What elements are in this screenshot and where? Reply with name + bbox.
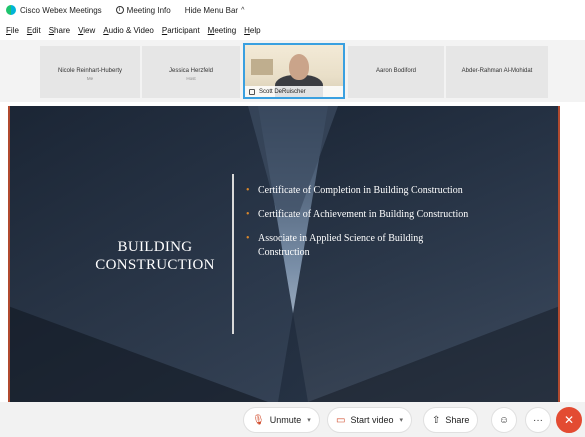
- slide-bullet: • Certificate of Completion in Building …: [246, 184, 476, 198]
- active-speaker-label: Scott DeRuischer: [245, 86, 343, 97]
- slide-bullet: • Associate in Applied Science of Buildi…: [246, 232, 476, 260]
- meeting-info-label: Meeting Info: [126, 5, 171, 15]
- bullet-text: Certificate of Completion in Building Co…: [258, 185, 463, 196]
- menu-file[interactable]: File: [6, 26, 19, 35]
- menu-help[interactable]: Help: [244, 26, 260, 35]
- app-name: Cisco Webex Meetings: [20, 5, 102, 15]
- participant-role: Me: [86, 76, 94, 81]
- bullet-dot-icon: •: [246, 185, 250, 196]
- camera-off-icon: ▭: [336, 414, 346, 426]
- shared-content-area: BUILDING CONSTRUCTION • Certificate of C…: [0, 102, 585, 402]
- unmute-label: Unmute: [269, 415, 302, 425]
- reactions-button[interactable]: ☺: [491, 407, 517, 433]
- bullet-text: Certificate of Achievement in Building C…: [258, 209, 469, 220]
- slide-border-right: [558, 106, 560, 402]
- meeting-info-button[interactable]: i Meeting Info: [115, 5, 171, 15]
- app-title: Cisco Webex Meetings: [0, 5, 102, 15]
- hide-menu-bar-button[interactable]: Hide Menu Bar ^: [185, 6, 245, 15]
- close-icon: ✕: [563, 413, 575, 427]
- shared-slide: BUILDING CONSTRUCTION • Certificate of C…: [8, 106, 560, 402]
- share-button[interactable]: ⇧ Share: [423, 407, 479, 433]
- leave-meeting-button[interactable]: ✕: [556, 407, 582, 433]
- meeting-controls-bar: 🎙 Unmute ▾ ▭ Start video ▾ ⇧ Share ☺ ···…: [0, 402, 585, 437]
- start-video-button[interactable]: ▭ Start video ▾: [327, 407, 412, 433]
- menu-audio-video[interactable]: Audio & Video: [103, 26, 154, 35]
- share-icon: ⇧: [432, 414, 441, 426]
- unmute-button[interactable]: 🎙 Unmute ▾: [243, 407, 320, 433]
- slide-title-line: CONSTRUCTION: [95, 257, 215, 273]
- menu-edit[interactable]: Edit: [27, 26, 41, 35]
- bullet-text: Associate in Applied Science of Building…: [258, 233, 424, 258]
- participant-tile[interactable]: Abder-Rahman Al-Mohidat: [446, 46, 548, 98]
- participant-name: Aaron Bodiford: [375, 68, 417, 74]
- menu-bar: File Edit Share View Audio & Video Parti…: [0, 20, 585, 40]
- participant-tile[interactable]: Aaron Bodiford: [348, 46, 444, 98]
- hide-menu-bar-label: Hide Menu Bar: [184, 5, 239, 15]
- more-options-button[interactable]: ···: [525, 407, 551, 433]
- slide-border-left: [8, 106, 10, 402]
- more-icon: ···: [533, 414, 543, 426]
- participant-role: Host: [186, 76, 196, 81]
- menu-participant[interactable]: Participant: [162, 26, 200, 35]
- bullet-dot-icon: •: [246, 209, 250, 220]
- active-speaker-name: Scott DeRuischer: [259, 88, 306, 95]
- share-label: Share: [445, 415, 470, 425]
- menu-share[interactable]: Share: [49, 26, 70, 35]
- participant-tile[interactable]: Nicole Reinhart-Huberty Me: [40, 46, 140, 98]
- info-icon: i: [115, 6, 124, 14]
- chevron-up-icon: ^: [241, 6, 245, 14]
- chevron-down-icon[interactable]: ▾: [307, 416, 311, 424]
- microphone-muted-icon: 🎙: [252, 414, 265, 426]
- chevron-down-icon[interactable]: ▾: [399, 416, 403, 424]
- menu-view[interactable]: View: [78, 26, 95, 35]
- participant-tile[interactable]: Jessica Herzfeld Host: [142, 46, 240, 98]
- webex-logo-icon: [6, 5, 16, 15]
- slide-title-line: BUILDING: [117, 239, 193, 255]
- menu-meeting[interactable]: Meeting: [208, 26, 236, 35]
- slide-bullet: • Certificate of Achievement in Building…: [246, 208, 476, 222]
- slide-divider: [232, 174, 234, 334]
- participant-name: Nicole Reinhart-Huberty: [57, 68, 123, 74]
- active-speaker-video[interactable]: Scott DeRuischer: [243, 43, 345, 99]
- background-shelf: [251, 59, 273, 75]
- participant-name: Abder-Rahman Al-Mohidat: [461, 68, 533, 74]
- speaker-head: [289, 54, 309, 80]
- pin-icon: [249, 88, 255, 95]
- slide-title: BUILDING CONSTRUCTION: [68, 238, 242, 274]
- bullet-dot-icon: •: [246, 233, 250, 244]
- smiley-icon: ☺: [498, 414, 510, 426]
- slide-bullet-list: • Certificate of Completion in Building …: [246, 184, 476, 270]
- start-video-label: Start video: [350, 415, 394, 425]
- participant-name: Jessica Herzfeld: [168, 68, 213, 74]
- title-bar: Cisco Webex Meetings i Meeting Info Hide…: [0, 0, 585, 20]
